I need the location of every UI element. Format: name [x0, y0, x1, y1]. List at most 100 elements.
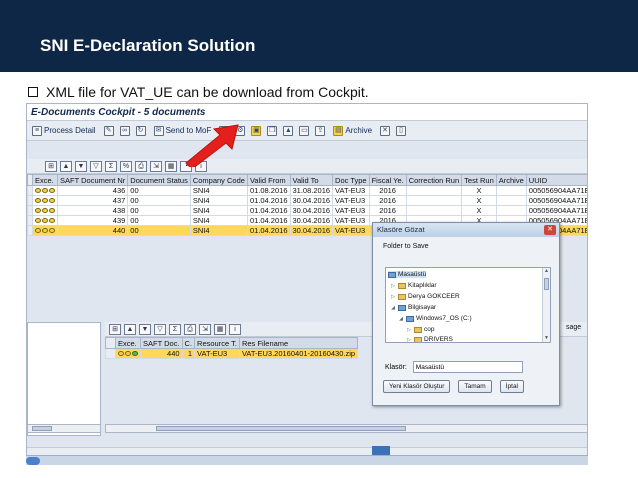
filter-icon[interactable]: ▽: [90, 160, 102, 172]
sort-asc-icon[interactable]: ▲: [60, 160, 72, 172]
scroll-thumb[interactable]: [156, 426, 406, 431]
detail-icon: ≡: [32, 125, 42, 136]
sum-icon[interactable]: Σ: [169, 323, 181, 335]
print-icon[interactable]: ⎙: [184, 323, 196, 335]
chart-icon[interactable]: ▲: [283, 125, 294, 136]
close-icon[interactable]: ✕: [544, 225, 556, 235]
col-header[interactable]: Archive: [495, 174, 527, 186]
doc-nr-cell: 436: [56, 185, 129, 196]
info-icon[interactable]: i: [229, 323, 241, 335]
left-hscroll[interactable]: [27, 424, 101, 433]
print-icon[interactable]: ⎙: [135, 160, 147, 172]
subtotal-icon[interactable]: %: [120, 160, 132, 172]
col-header[interactable]: SAFT Document Nr: [56, 174, 129, 186]
col-header[interactable]: Resource T.: [194, 337, 240, 349]
valid-from-cell: 01.04.2016: [246, 195, 291, 206]
tool-icon[interactable]: ✎: [103, 125, 114, 136]
tree-item-libraries[interactable]: ▷ Kitaplıklar: [390, 282, 436, 289]
tree-item-drive-c[interactable]: ◢ Windows7_OS (C:): [398, 315, 472, 322]
exception-cell: [32, 215, 58, 226]
col-header[interactable]: C.: [181, 337, 196, 349]
tree-item-drivers[interactable]: ▷ DRIVERS: [406, 336, 453, 343]
correction-cell: [405, 205, 463, 216]
doc-nr-cell: 440: [56, 225, 129, 236]
filter-icon[interactable]: ▽: [154, 323, 166, 335]
cancel-button[interactable]: İptal: [499, 380, 525, 393]
start-button-icon[interactable]: [26, 457, 40, 465]
tree-item-computer[interactable]: ◢ Bilgisayar: [390, 304, 436, 311]
display-icon[interactable]: ▭: [299, 125, 310, 136]
archive-button[interactable]: ▤ Archive: [331, 125, 374, 137]
row-selector[interactable]: [105, 348, 116, 359]
process-detail-button[interactable]: ≡ Process Detail: [30, 125, 98, 137]
export-icon[interactable]: ⇲: [150, 160, 162, 172]
refresh-icon[interactable]: ↻: [135, 125, 146, 136]
expand-icon[interactable]: ▷: [406, 327, 412, 333]
saft-doc-cell: 440: [140, 348, 183, 359]
tree-item-cop[interactable]: ▷ cop: [406, 326, 434, 333]
col-header[interactable]: Valid From: [246, 174, 291, 186]
document-icon[interactable]: ▯: [396, 125, 407, 136]
layout-icon[interactable]: ▦: [165, 160, 177, 172]
tree-item-user[interactable]: ▷ Derya GOKCEER: [390, 293, 460, 300]
tree-vscroll[interactable]: ▲ ▼: [542, 268, 550, 342]
export-icon[interactable]: ⇲: [199, 323, 211, 335]
details-icon[interactable]: ⊞: [109, 323, 121, 335]
new-folder-button[interactable]: Yeni Klasör Oluştur: [383, 380, 451, 393]
sort-desc-icon[interactable]: ▼: [75, 160, 87, 172]
col-header[interactable]: Correction Run: [405, 174, 463, 186]
table-header-row: Exce. SAFT Document Nr Document Status C…: [27, 174, 587, 186]
table-header-row: Exce. SAFT Doc. C. Resource T. Res Filen…: [105, 337, 359, 349]
scroll-thumb[interactable]: [544, 278, 549, 290]
col-header[interactable]: Fiscal Ye.: [368, 174, 407, 186]
expand-icon[interactable]: ▷: [390, 283, 396, 289]
test-run-cell: X: [461, 185, 497, 196]
table-row-selected[interactable]: 440 1 VAT-EU3 VAT-EU3.20160401-20160430.…: [105, 348, 359, 359]
col-header[interactable]: Company Code: [189, 174, 248, 186]
tree-item-label: Windows7_OS (C:): [416, 315, 472, 322]
sum-icon[interactable]: Σ: [105, 160, 117, 172]
files-table: Exce. SAFT Doc. C. Resource T. Res Filen…: [105, 337, 359, 359]
c-cell: 1: [181, 348, 196, 359]
col-header[interactable]: UUID: [525, 174, 587, 186]
copy-icon[interactable]: ❐: [267, 125, 278, 136]
col-header[interactable]: Exce.: [115, 337, 141, 349]
dialog-caption: Folder to Save: [383, 243, 429, 250]
folder-input[interactable]: [412, 361, 523, 373]
collapse-icon[interactable]: ◢: [398, 316, 404, 322]
col-header[interactable]: Document Status: [127, 174, 191, 186]
download-icon[interactable]: ▣: [251, 125, 262, 136]
doc-type-cell: VAT-EU3: [332, 215, 370, 226]
traffic-light-icon: [118, 351, 138, 356]
sort-desc-icon[interactable]: ▼: [139, 323, 151, 335]
scroll-thumb[interactable]: [32, 426, 52, 431]
delete-icon[interactable]: ✕: [380, 125, 391, 136]
table-row[interactable]: 437 00 SNI4 01.04.2016 30.04.2016 VAT-EU…: [27, 195, 587, 206]
company-cell: SNI4: [189, 215, 248, 226]
col-header[interactable]: Exce.: [32, 174, 58, 186]
export-icon[interactable]: ⇪: [315, 125, 326, 136]
collapse-icon[interactable]: ◢: [390, 305, 396, 311]
col-header[interactable]: SAFT Doc.: [140, 337, 183, 349]
tree-item-desktop[interactable]: Masaüstü: [388, 271, 427, 278]
layout-icon[interactable]: ▦: [214, 323, 226, 335]
ok-button[interactable]: Tamam: [458, 380, 492, 393]
sort-asc-icon[interactable]: ▲: [124, 323, 136, 335]
table-row[interactable]: 438 00 SNI4 01.04.2016 30.04.2016 VAT-EU…: [27, 205, 587, 216]
folder-label: Klasör:: [385, 363, 407, 371]
status-cell: 00: [127, 225, 191, 236]
glasses-icon[interactable]: ∞: [119, 125, 130, 136]
table-row[interactable]: 436 00 SNI4 01.08.2016 31.08.2016 VAT-EU…: [27, 185, 587, 196]
col-header[interactable]: Doc Type: [332, 174, 370, 186]
select-all-cell[interactable]: [105, 337, 116, 349]
filename-cell[interactable]: VAT-EU3.20160401-20160430.zip: [238, 348, 359, 359]
scroll-up-icon[interactable]: ▲: [543, 268, 550, 275]
scroll-down-icon[interactable]: ▼: [543, 335, 550, 342]
expand-icon[interactable]: ▷: [390, 294, 396, 300]
col-header[interactable]: Test Run: [461, 174, 497, 186]
col-header[interactable]: Res Filename: [238, 337, 359, 349]
expand-icon[interactable]: ▷: [406, 337, 412, 343]
details-icon[interactable]: ⊞: [45, 160, 57, 172]
col-header[interactable]: Valid To: [289, 174, 334, 186]
right-hscroll[interactable]: [105, 424, 587, 433]
